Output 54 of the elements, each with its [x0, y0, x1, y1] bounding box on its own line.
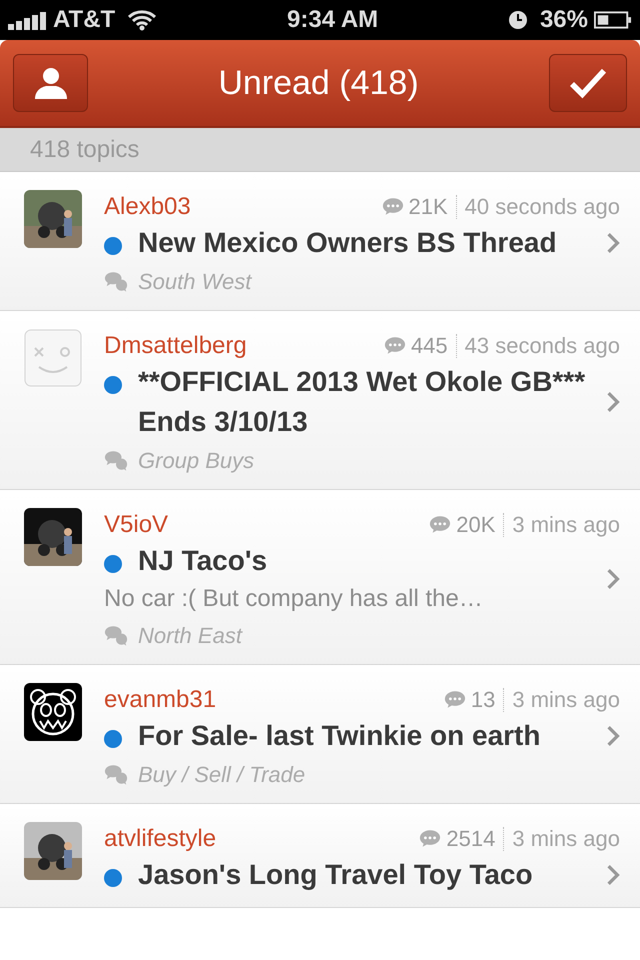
topic-count: 418 topics	[30, 134, 140, 164]
comment-icon	[429, 515, 452, 534]
timestamp: 3 mins ago	[512, 686, 620, 714]
timestamp: 3 mins ago	[512, 511, 620, 539]
carrier: AT&T	[53, 5, 116, 35]
forum-name: Buy / Sell / Trade	[138, 761, 306, 789]
chevron-right-icon	[606, 864, 620, 886]
reply-count: 13	[470, 686, 496, 714]
mark-read-button[interactable]	[549, 54, 627, 112]
chevron-right-icon	[606, 391, 620, 413]
forum-name: South West	[138, 268, 252, 296]
topic-title: **OFFICIAL 2013 Wet Okole GB*** Ends 3/10/13	[138, 365, 586, 439]
timestamp: 3 mins ago	[512, 825, 620, 853]
forum-name: Group Buys	[138, 447, 254, 475]
chevron-right-icon	[606, 232, 620, 254]
username: atvlifestyle	[104, 824, 216, 854]
username: evanmb31	[104, 684, 216, 714]
person-icon	[32, 65, 68, 101]
chat-bubbles-icon	[104, 271, 128, 292]
forum-name: North East	[138, 622, 242, 650]
chat-bubbles-icon	[104, 625, 128, 646]
topic-title: NJ Taco's	[138, 544, 268, 578]
wifi-icon	[127, 9, 158, 31]
clock: 9:34 AM	[287, 5, 378, 35]
screen-title: Unread (418)	[218, 62, 419, 104]
comment-icon	[444, 690, 466, 709]
username: V5ioV	[104, 510, 168, 540]
reply-count: 2514	[446, 825, 496, 853]
checkmark-icon	[569, 67, 607, 99]
battery-percent: 36%	[540, 5, 588, 35]
chevron-right-icon	[606, 725, 620, 747]
reply-count: 21K	[408, 193, 448, 221]
reply-count: 20K	[456, 511, 496, 539]
topic-title: For Sale- last Twinkie on earth	[138, 719, 542, 753]
signal-icon	[8, 10, 48, 30]
comment-icon	[384, 336, 406, 355]
chevron-right-icon	[606, 568, 620, 590]
profile-button[interactable]	[13, 54, 88, 112]
battery-icon	[594, 10, 632, 30]
topic-title: New Mexico Owners BS Thread	[138, 226, 558, 260]
topic-title: Jason's Long Travel Toy Taco	[138, 858, 534, 892]
chat-bubbles-icon	[104, 764, 128, 785]
topic-preview: No car :( But company has all the…	[104, 584, 484, 614]
comment-icon	[382, 197, 404, 216]
reply-count: 445	[410, 332, 448, 360]
username: Alexb03	[104, 192, 191, 222]
timestamp: 43 seconds ago	[464, 332, 620, 360]
comment-icon	[419, 829, 442, 848]
avatar-face-icon	[24, 329, 82, 387]
alarm-clock-icon	[508, 10, 528, 30]
bear-logo-icon	[24, 683, 82, 741]
chat-bubbles-icon	[104, 450, 128, 471]
username: Dmsattelberg	[104, 330, 247, 360]
timestamp: 40 seconds ago	[464, 193, 620, 221]
